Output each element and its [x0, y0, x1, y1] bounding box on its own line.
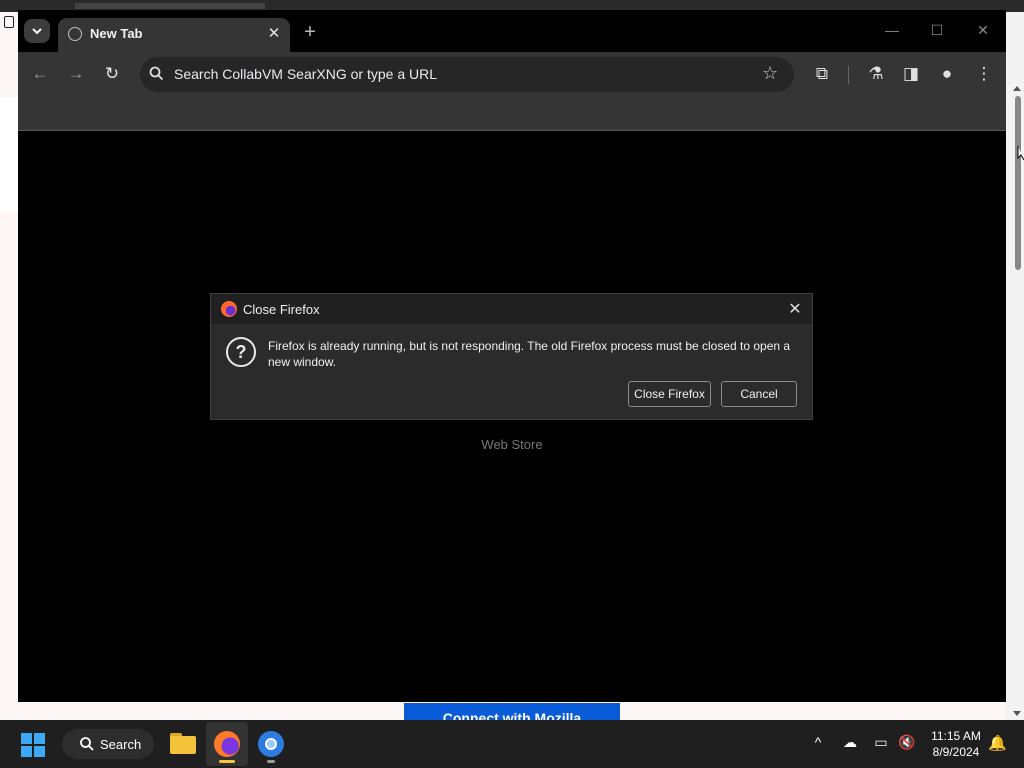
firefox-taskbar-icon[interactable]: [212, 729, 242, 763]
chrome-taskbar-icon[interactable]: [256, 729, 286, 763]
forward-arrow-icon[interactable]: →: [64, 62, 88, 86]
labs-flask-icon[interactable]: ⚗: [864, 62, 888, 86]
close-firefox-button[interactable]: Close Firefox: [628, 381, 711, 407]
new-tab-button[interactable]: +: [298, 21, 322, 45]
browser-toolbar: ← → ↻ Search CollabVM SearXNG or type a …: [18, 52, 1006, 96]
background-bar: [75, 3, 265, 9]
chevron-up-icon[interactable]: ^: [808, 734, 828, 750]
cloud-offline-icon[interactable]: ☁: [840, 734, 860, 751]
dialog-close-icon[interactable]: ✕: [784, 299, 806, 321]
dialog-title: Close Firefox: [243, 302, 320, 317]
scroll-down-arrow[interactable]: [1013, 711, 1021, 716]
search-icon: [149, 66, 164, 81]
dialog-titlebar: Close Firefox ✕: [211, 294, 812, 324]
toolbar-separator: [848, 66, 849, 84]
network-icon[interactable]: ▭: [871, 734, 891, 751]
chevron-down-icon: [32, 28, 42, 35]
dialog-message: Firefox is already running, but is not r…: [268, 339, 791, 369]
background-icon: [4, 16, 14, 28]
address-placeholder: Search CollabVM SearXNG or type a URL: [174, 66, 437, 82]
system-clock[interactable]: 11:15 AM 8/9/2024: [926, 728, 986, 760]
scrollbar-thumb[interactable]: [1015, 96, 1021, 270]
notification-bell-icon[interactable]: 🔔: [988, 734, 1007, 752]
side-panel-icon[interactable]: ◨: [899, 62, 923, 86]
reload-icon[interactable]: ↻: [100, 62, 124, 86]
background-stripe: [0, 97, 18, 212]
address-bar[interactable]: Search CollabVM SearXNG or type a URL ☆: [140, 57, 794, 92]
cancel-button[interactable]: Cancel: [721, 381, 797, 407]
volume-muted-icon[interactable]: 🔇: [897, 734, 917, 751]
tab-new-tab[interactable]: New Tab ✕: [58, 18, 290, 52]
connect-mozilla-button[interactable]: Connect with Mozilla: [404, 703, 620, 721]
background-left-edge: [0, 12, 18, 720]
minimize-icon[interactable]: —: [880, 20, 904, 40]
clock-time: 11:15 AM: [931, 729, 981, 743]
tab-search-button[interactable]: [24, 19, 50, 43]
clock-date: 8/9/2024: [932, 745, 980, 759]
window-close-icon[interactable]: ✕: [971, 20, 995, 40]
tab-title: New Tab: [90, 26, 143, 41]
bookmark-bar: [18, 96, 1006, 131]
menu-kebab-icon[interactable]: ⋮: [972, 62, 996, 86]
extensions-icon[interactable]: ⧉: [810, 62, 834, 86]
close-firefox-dialog: Close Firefox ✕ ? Firefox is already run…: [210, 293, 813, 420]
bookmark-star-icon[interactable]: ☆: [762, 63, 778, 84]
mouse-cursor-icon: [1017, 146, 1024, 161]
tab-strip: New Tab ✕ + — ☐ ✕: [18, 10, 1006, 52]
scroll-up-arrow[interactable]: [1013, 86, 1021, 91]
tab-close-icon[interactable]: ✕: [264, 24, 284, 44]
taskbar-apps: ^ ☁ ▭ 🔇 11:15 AM 8/9/2024 🔔: [0, 720, 1024, 768]
back-arrow-icon[interactable]: ←: [28, 62, 52, 86]
maximize-icon[interactable]: ☐: [925, 20, 949, 40]
webstore-shortcut-label[interactable]: Web Store: [460, 437, 564, 452]
globe-icon: [68, 27, 82, 41]
question-icon: ?: [226, 337, 256, 367]
profile-icon[interactable]: ●: [935, 62, 959, 86]
firefox-icon: [221, 301, 237, 317]
